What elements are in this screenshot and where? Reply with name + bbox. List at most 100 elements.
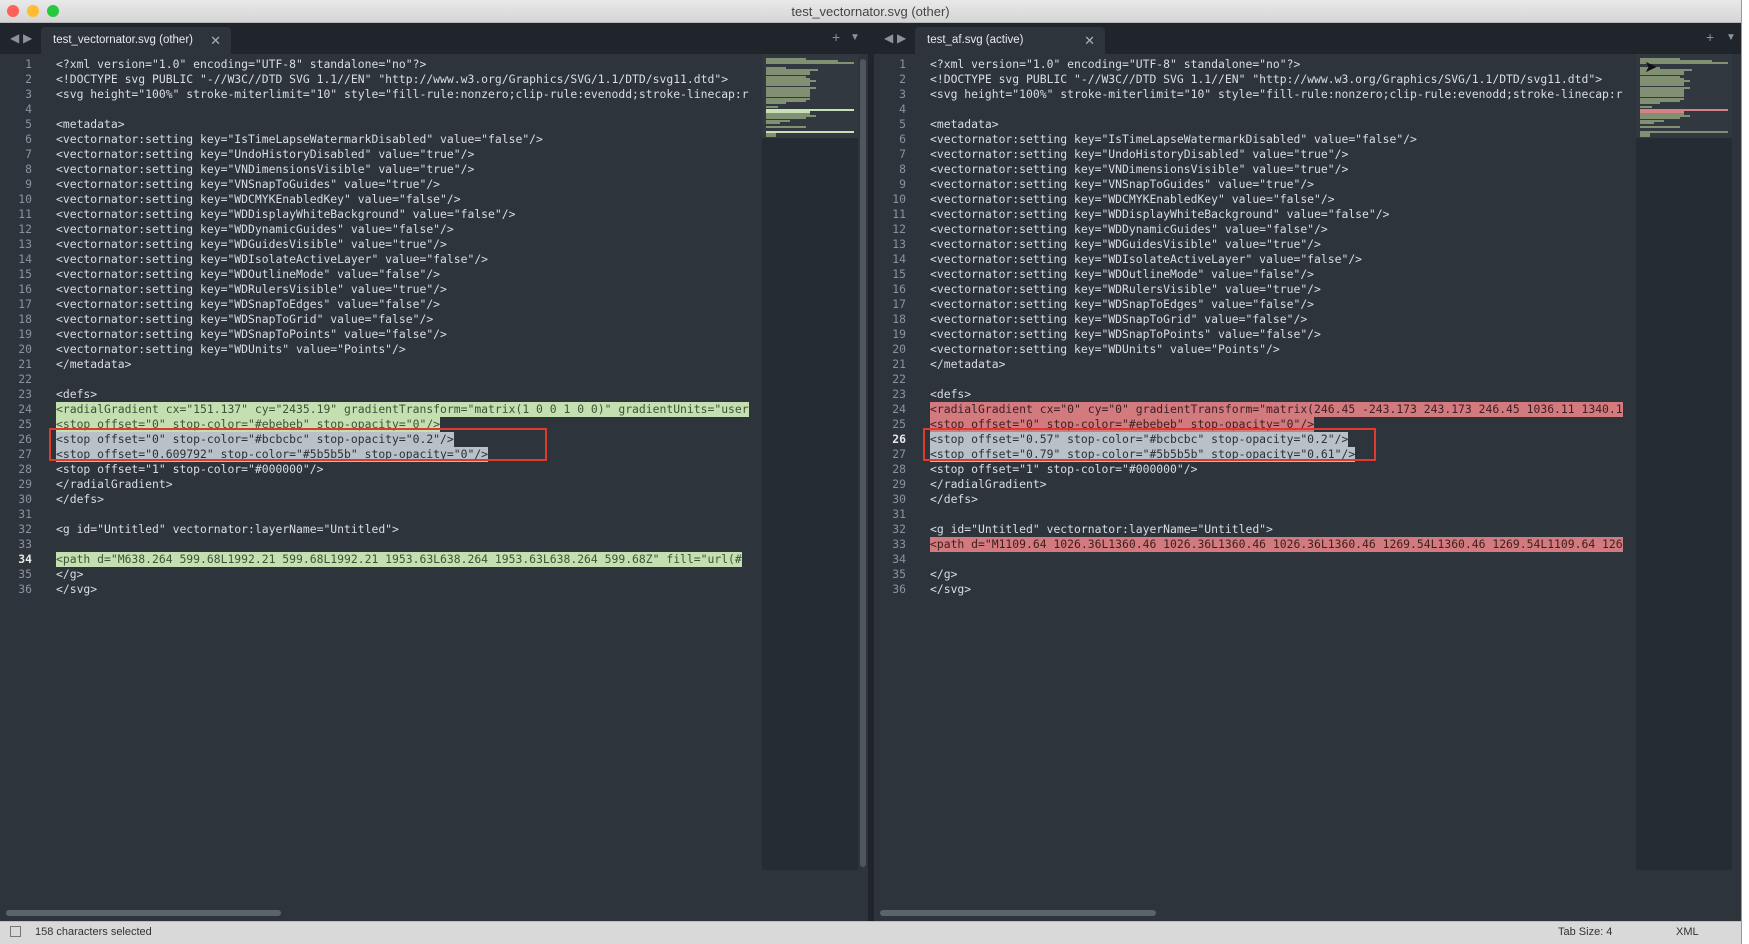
code-line[interactable]: 23 <defs>: [0, 387, 868, 402]
code-line[interactable]: 8 <vectornator:setting key="VNDimensionsV…: [874, 162, 1741, 177]
code-line[interactable]: 2 <!DOCTYPE svg PUBLIC "-//W3C//DTD SVG 1…: [0, 72, 868, 87]
code-line[interactable]: 10 <vectornator:setting key="WDCMYKEnable…: [0, 192, 868, 207]
new-tab-icon[interactable]: +: [832, 29, 840, 45]
code-line[interactable]: 21 </metadata>: [874, 357, 1741, 372]
right-editor-pane[interactable]: ◀ ▶ test_af.svg (active) ✕ + ▼ 1 <?xml ve…: [874, 23, 1741, 921]
code-line[interactable]: 7 <vectornator:setting key="UndoHistoryDi…: [0, 147, 868, 162]
tab-left-file[interactable]: test_vectornator.svg (other) ✕: [41, 27, 231, 54]
tab-menu-icon[interactable]: ▼: [850, 32, 860, 43]
close-tab-icon[interactable]: ✕: [210, 33, 221, 49]
code-line[interactable]: 11 <vectornator:setting key="WDDisplayWhi…: [874, 207, 1741, 222]
code-line[interactable]: 13 <vectornator:setting key="WDGuidesVisi…: [874, 237, 1741, 252]
code-line[interactable]: 4: [874, 102, 1741, 117]
code-line[interactable]: 18 <vectornator:setting key="WDSnapToGrid…: [0, 312, 868, 327]
left-editor-pane[interactable]: ◀ ▶ test_vectornator.svg (other) ✕ + ▼ 1…: [0, 23, 868, 921]
code-line[interactable]: 24 <radialGradient cx="151.137" cy="2435.…: [0, 402, 868, 417]
line-number: 8: [899, 162, 906, 176]
code-line[interactable]: 33: [0, 537, 868, 552]
tab-menu-icon[interactable]: ▼: [1726, 32, 1736, 43]
code-line[interactable]: 34: [874, 552, 1741, 567]
code-line[interactable]: 33 <path d="M1109.64 1026.36L1360.46 1026…: [874, 537, 1741, 552]
code-line[interactable]: 6 <vectornator:setting key="IsTimeLapseWa…: [0, 132, 868, 147]
code-line[interactable]: 2 <!DOCTYPE svg PUBLIC "-//W3C//DTD SVG 1…: [874, 72, 1741, 87]
code-line[interactable]: 5 <metadata>: [0, 117, 868, 132]
code-line[interactable]: 17 <vectornator:setting key="WDSnapToEdge…: [874, 297, 1741, 312]
tab-right-file[interactable]: test_af.svg (active) ✕: [915, 27, 1105, 54]
code-line[interactable]: 7 <vectornator:setting key="UndoHistoryDi…: [874, 147, 1741, 162]
code-line[interactable]: 16 <vectornator:setting key="WDRulersVisi…: [874, 282, 1741, 297]
code-line[interactable]: 6 <vectornator:setting key="IsTimeLapseWa…: [874, 132, 1741, 147]
code-line[interactable]: 11 <vectornator:setting key="WDDisplayWhi…: [0, 207, 868, 222]
code-line[interactable]: 9 <vectornator:setting key="VNSnapToGuide…: [0, 177, 868, 192]
syntax-status[interactable]: XML: [1676, 926, 1699, 938]
code-line[interactable]: 29 </radialGradient>: [0, 477, 868, 492]
code-line[interactable]: 28 <stop offset="1" stop-color="#000000"/…: [874, 462, 1741, 477]
nav-back-icon[interactable]: ◀: [884, 31, 893, 45]
panel-toggle-icon[interactable]: [10, 926, 21, 937]
code-line[interactable]: 36 </svg>: [0, 582, 868, 597]
left-code-lines[interactable]: 1 <?xml version="1.0" encoding="UTF-8" st…: [0, 57, 868, 597]
nav-forward-icon[interactable]: ▶: [897, 31, 906, 45]
code-line[interactable]: 24 <radialGradient cx="0" cy="0" gradient…: [874, 402, 1741, 417]
minimap-viewport[interactable]: [762, 54, 858, 138]
code-line[interactable]: 1 <?xml version="1.0" encoding="UTF-8" st…: [0, 57, 868, 72]
code-line[interactable]: 29 </radialGradient>: [874, 477, 1741, 492]
right-horizontal-scrollbar[interactable]: [880, 910, 1156, 916]
code-line[interactable]: 32 <g id="Untitled" vectornator:layerName…: [0, 522, 868, 537]
right-minimap[interactable]: [1636, 54, 1732, 870]
code-line[interactable]: 22: [874, 372, 1741, 387]
code-line[interactable]: 8 <vectornator:setting key="VNDimensionsV…: [0, 162, 868, 177]
code-line[interactable]: 36 </svg>: [874, 582, 1741, 597]
code-line[interactable]: 5 <metadata>: [874, 117, 1741, 132]
right-code-lines[interactable]: 1 <?xml version="1.0" encoding="UTF-8" st…: [874, 57, 1741, 597]
code-line[interactable]: 14 <vectornator:setting key="WDIsolateAct…: [874, 252, 1741, 267]
code-line[interactable]: 30 </defs>: [874, 492, 1741, 507]
code-line[interactable]: 20 <vectornator:setting key="WDUnits" val…: [874, 342, 1741, 357]
code-line[interactable]: 34 <path d="M638.264 599.68L1992.21 599.6…: [0, 552, 868, 567]
code-line[interactable]: 19 <vectornator:setting key="WDSnapToPoin…: [874, 327, 1741, 342]
tab-size-status[interactable]: Tab Size: 4: [1558, 926, 1612, 938]
code-line[interactable]: 35 </g>: [874, 567, 1741, 582]
code-line[interactable]: 16 <vectornator:setting key="WDRulersVisi…: [0, 282, 868, 297]
code-line[interactable]: 31: [874, 507, 1741, 522]
code-line[interactable]: 14 <vectornator:setting key="WDIsolateAct…: [0, 252, 868, 267]
nav-forward-icon[interactable]: ▶: [23, 31, 32, 45]
new-tab-icon[interactable]: +: [1706, 29, 1714, 45]
code-line[interactable]: 10 <vectornator:setting key="WDCMYKEnable…: [874, 192, 1741, 207]
line-text: <vectornator:setting key="WDRulersVisibl…: [56, 282, 447, 296]
code-line[interactable]: 20 <vectornator:setting key="WDUnits" val…: [0, 342, 868, 357]
code-line[interactable]: 35 </g>: [0, 567, 868, 582]
code-line[interactable]: 3 <svg height="100%" stroke-miterlimit="1…: [874, 87, 1741, 102]
line-number: 35: [892, 567, 906, 581]
code-line[interactable]: 12 <vectornator:setting key="WDDynamicGui…: [0, 222, 868, 237]
code-line[interactable]: 22: [0, 372, 868, 387]
line-number: 21: [892, 357, 906, 371]
left-minimap[interactable]: [762, 54, 858, 870]
left-horizontal-scrollbar[interactable]: [6, 910, 281, 916]
left-vertical-scrollbar[interactable]: [860, 59, 866, 867]
line-number: 31: [892, 507, 906, 521]
code-line[interactable]: 19 <vectornator:setting key="WDSnapToPoin…: [0, 327, 868, 342]
line-text: <radialGradient cx="0" cy="0" gradientTr…: [930, 402, 1623, 417]
code-line[interactable]: 32 <g id="Untitled" vectornator:layerName…: [874, 522, 1741, 537]
code-line[interactable]: 12 <vectornator:setting key="WDDynamicGui…: [874, 222, 1741, 237]
line-number: 34: [18, 552, 32, 566]
nav-back-icon[interactable]: ◀: [10, 31, 19, 45]
code-line[interactable]: 4: [0, 102, 868, 117]
code-line[interactable]: 1 <?xml version="1.0" encoding="UTF-8" st…: [874, 57, 1741, 72]
code-line[interactable]: 30 </defs>: [0, 492, 868, 507]
close-tab-icon[interactable]: ✕: [1084, 33, 1095, 49]
code-line[interactable]: 9 <vectornator:setting key="VNSnapToGuide…: [874, 177, 1741, 192]
code-line[interactable]: 21 </metadata>: [0, 357, 868, 372]
code-line[interactable]: 15 <vectornator:setting key="WDOutlineMod…: [874, 267, 1741, 282]
code-line[interactable]: 3 <svg height="100%" stroke-miterlimit="1…: [0, 87, 868, 102]
code-line[interactable]: 23 <defs>: [874, 387, 1741, 402]
code-line[interactable]: 31: [0, 507, 868, 522]
code-line[interactable]: 28 <stop offset="1" stop-color="#000000"/…: [0, 462, 868, 477]
code-line[interactable]: 18 <vectornator:setting key="WDSnapToGrid…: [874, 312, 1741, 327]
code-line[interactable]: 17 <vectornator:setting key="WDSnapToEdge…: [0, 297, 868, 312]
code-line[interactable]: 15 <vectornator:setting key="WDOutlineMod…: [0, 267, 868, 282]
line-text: <stop offset="1" stop-color="#000000"/>: [930, 462, 1198, 476]
code-line[interactable]: 13 <vectornator:setting key="WDGuidesVisi…: [0, 237, 868, 252]
line-number: 30: [892, 492, 906, 506]
